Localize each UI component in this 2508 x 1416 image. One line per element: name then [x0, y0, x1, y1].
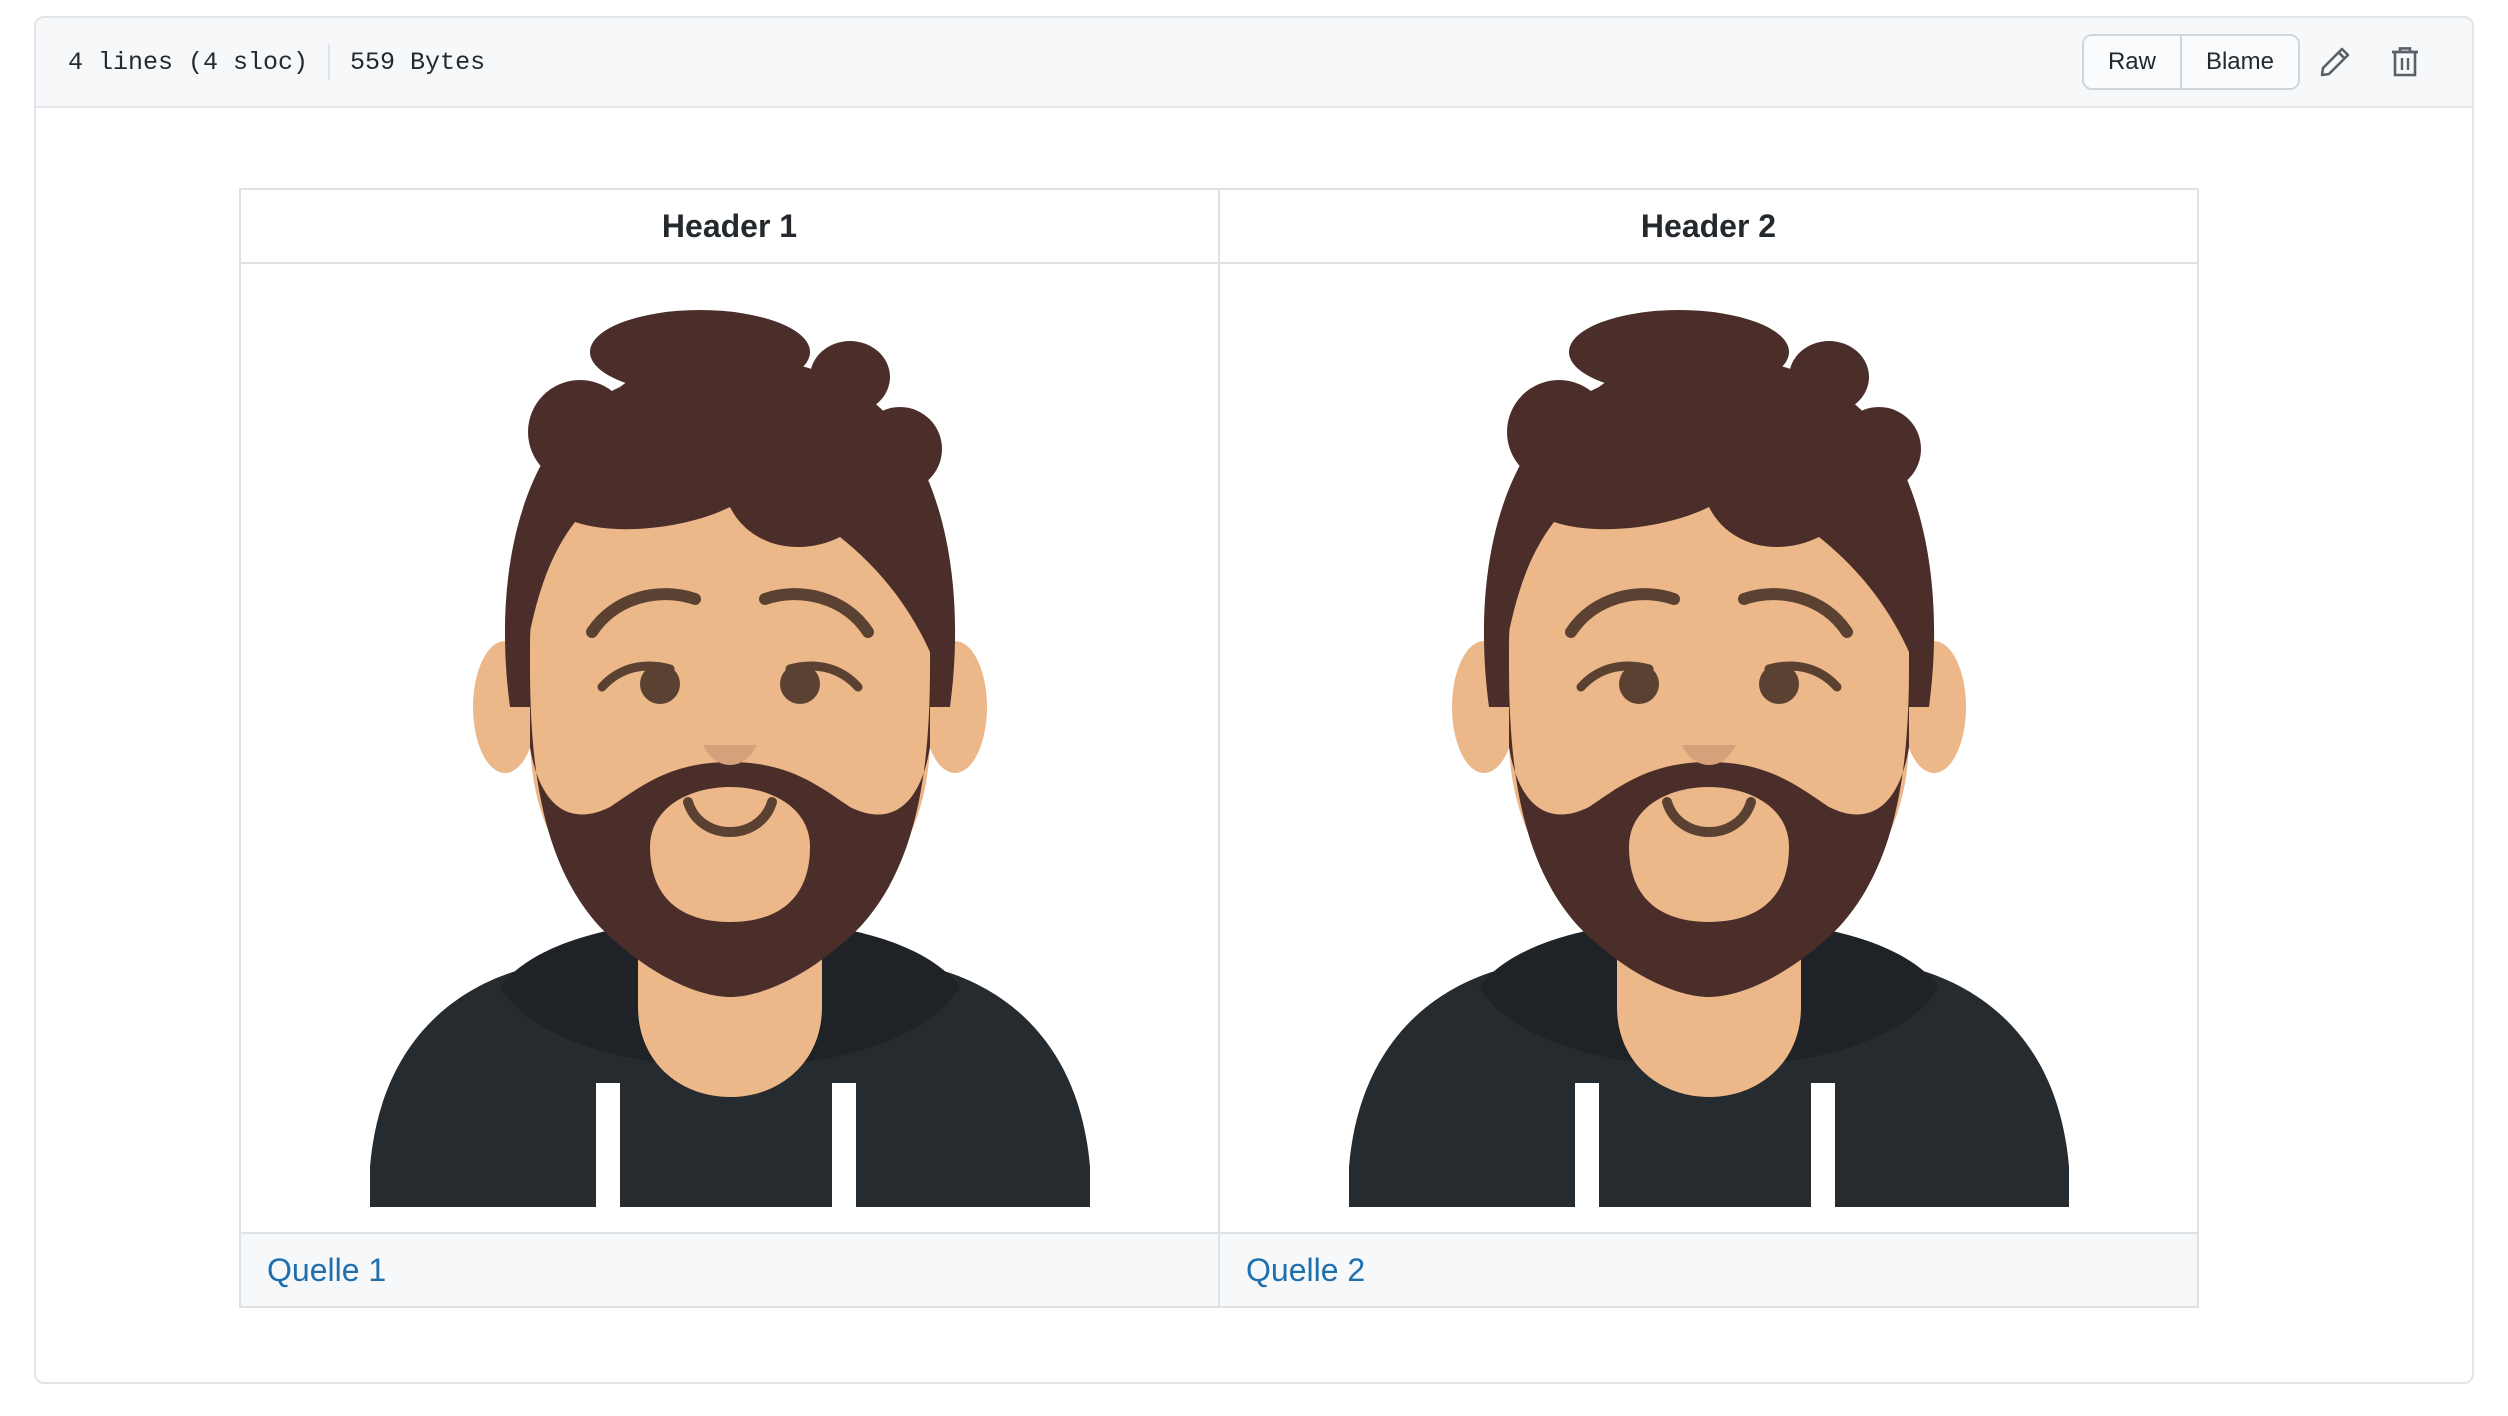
table-header-1: Header 1 [239, 188, 1220, 264]
source-link-2[interactable]: Quelle 2 [1246, 1252, 1365, 1288]
delete-button[interactable] [2370, 32, 2440, 92]
file-info: 4 lines (4 sloc) 559 Bytes [68, 44, 485, 80]
image-cell-1 [239, 262, 1220, 1234]
pencil-icon [2320, 47, 2350, 77]
divider [328, 44, 331, 80]
table-row [239, 262, 2199, 1234]
blame-button[interactable]: Blame [2179, 36, 2298, 88]
trash-icon [2392, 47, 2418, 77]
table-header-2: Header 2 [1218, 188, 2199, 264]
view-button-group: Raw Blame [2081, 34, 2300, 90]
table-row: Quelle 1 Quelle 2 [239, 1232, 2199, 1308]
file-actions: Raw Blame [2081, 32, 2440, 92]
avatar-image-1 [369, 310, 1090, 1207]
image-cell-2 [1218, 262, 2199, 1234]
markdown-table: Header 1 Header 2 Quelle 1 Quelle 2 [239, 188, 2199, 1308]
edit-button[interactable] [2300, 32, 2370, 92]
table-header-row: Header 1 Header 2 [239, 188, 2199, 264]
link-cell-2: Quelle 2 [1218, 1232, 2199, 1308]
source-link-1[interactable]: Quelle 1 [267, 1252, 386, 1288]
link-cell-1: Quelle 1 [239, 1232, 1220, 1308]
file-header: 4 lines (4 sloc) 559 Bytes Raw Blame [36, 18, 2472, 108]
line-count: 4 lines (4 sloc) [68, 47, 309, 77]
raw-button[interactable]: Raw [2083, 36, 2180, 88]
file-size: 559 Bytes [350, 47, 486, 77]
avatar-image-2 [1348, 310, 2069, 1207]
file-box: 4 lines (4 sloc) 559 Bytes Raw Blame Hea… [34, 16, 2474, 1384]
